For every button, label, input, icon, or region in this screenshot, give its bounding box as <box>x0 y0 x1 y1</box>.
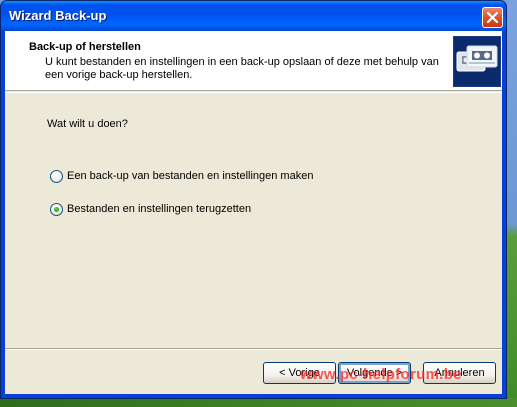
option-restore[interactable]: Bestanden en instellingen terugzetten <box>50 201 251 217</box>
wizard-window: Wizard Back-up Back-up of herstellen U k… <box>0 0 507 399</box>
watermark-text: www.pc-helpforum.be <box>300 366 462 383</box>
option-create-backup[interactable]: Een back-up van bestanden en instellinge… <box>50 168 313 184</box>
radio-restore[interactable] <box>50 202 63 216</box>
button-separator <box>5 348 502 350</box>
backup-tape-drive-icon <box>453 36 501 87</box>
close-button[interactable] <box>482 7 503 28</box>
wizard-header: Back-up of herstellen U kunt bestanden e… <box>5 31 502 91</box>
radio-create-backup[interactable] <box>50 169 63 183</box>
option-restore-label[interactable]: Bestanden en instellingen terugzetten <box>67 203 251 215</box>
page-description: U kunt bestanden en instellingen in een … <box>45 56 439 81</box>
desktop-background-bottom <box>0 398 517 407</box>
header-divider <box>5 92 502 93</box>
title-bar[interactable]: Wizard Back-up <box>1 1 506 31</box>
close-x-icon <box>487 12 498 23</box>
page-title: Back-up of herstellen <box>29 41 141 53</box>
question-label: Wat wilt u doen? <box>47 118 128 130</box>
window-title: Wizard Back-up <box>9 8 107 23</box>
window-frame-right <box>502 31 506 398</box>
wizard-client-area: Back-up of herstellen U kunt bestanden e… <box>5 31 502 394</box>
window-frame-bottom <box>1 394 506 398</box>
option-create-backup-label[interactable]: Een back-up van bestanden en instellinge… <box>67 170 313 182</box>
